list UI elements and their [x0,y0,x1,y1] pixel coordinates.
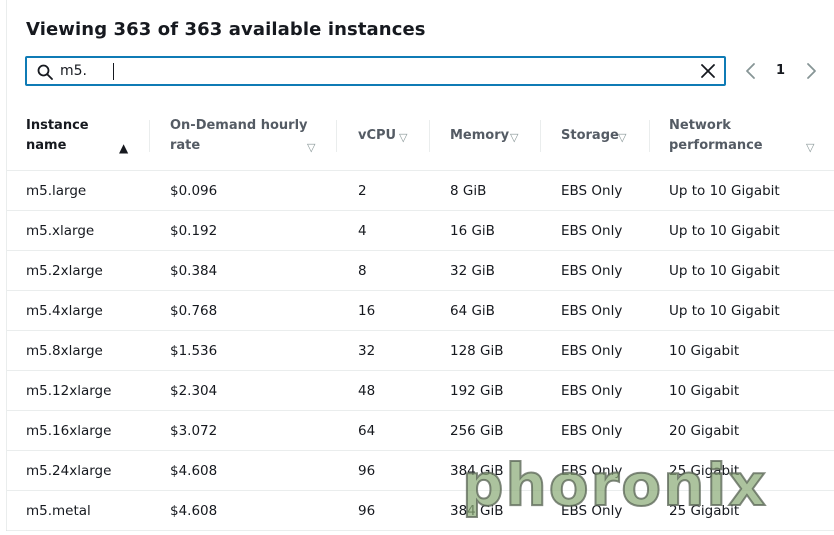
cell-hourly-rate: $4.608 [170,463,218,479]
table-row[interactable]: m5.12xlarge $2.304 48 192 GiB EBS Only 10 Gig… [7,371,834,411]
search-input[interactable] [60,60,660,82]
cell-memory: 128 GiB [450,343,504,359]
column-label: Memory [450,128,510,143]
column-header-memory[interactable]: Memory ▽ [450,102,535,170]
cell-storage: EBS Only [561,383,623,399]
sort-icon: ▽ [806,141,815,154]
table-row[interactable]: m5.2xlarge $0.384 8 32 GiB EBS Only Up to 10 … [7,251,834,291]
sort-icon: ▽ [510,131,519,144]
column-header-instance-name[interactable]: Instance name ▲ [26,102,141,170]
table-row[interactable]: m5.large $0.096 2 8 GiB EBS Only Up to 10 Gig… [7,171,834,211]
watermark-logo: phoronix [461,451,768,519]
column-divider [336,120,337,152]
cell-storage: EBS Only [561,423,623,439]
column-divider [649,120,650,152]
cell-hourly-rate: $0.192 [170,223,218,239]
table-row[interactable]: m5.8xlarge $1.536 32 128 GiB EBS Only 10 Giga… [7,331,834,371]
sort-icon: ▽ [307,141,316,154]
cell-vcpu: 4 [358,223,367,239]
table-header: Instance name ▲ On-Demand hourly rate ▽ … [7,102,834,171]
cell-instance-name: m5.12xlarge [26,383,112,399]
cell-vcpu: 8 [358,263,367,279]
cell-memory: 256 GiB [450,423,504,439]
sort-ascending-icon: ▲ [119,141,129,155]
column-label: name [26,138,67,153]
cell-storage: EBS Only [561,183,623,199]
column-header-network-performance[interactable]: Network performance ▽ [669,102,829,170]
column-divider [149,120,150,152]
chevron-right-icon[interactable] [804,62,818,80]
cell-memory: 32 GiB [450,263,495,279]
page-title: Viewing 363 of 363 available instances [26,19,426,40]
cell-hourly-rate: $0.768 [170,303,218,319]
table-row[interactable]: m5.4xlarge $0.768 16 64 GiB EBS Only Up to 10… [7,291,834,331]
cell-storage: EBS Only [561,343,623,359]
cell-network: 10 Gigabit [669,343,740,359]
column-label: Network [669,118,731,133]
pagination-page-1[interactable]: 1 [776,63,785,78]
cell-instance-name: m5.2xlarge [26,263,103,279]
text-caret [113,63,114,80]
cell-storage: EBS Only [561,263,623,279]
cell-network: Up to 10 Gigabit [669,183,780,199]
cell-hourly-rate: $0.096 [170,183,218,199]
cell-memory: 64 GiB [450,303,495,319]
cell-instance-name: m5.metal [26,503,91,519]
table-row[interactable]: m5.xlarge $0.192 4 16 GiB EBS Only Up to 10 G… [7,211,834,251]
cell-vcpu: 32 [358,343,376,359]
cell-instance-name: m5.xlarge [26,223,95,239]
search-icon [37,64,53,80]
cell-memory: 192 GiB [450,383,504,399]
sort-icon: ▽ [618,131,627,144]
cell-hourly-rate: $2.304 [170,383,218,399]
cell-instance-name: m5.large [26,183,87,199]
cell-network: Up to 10 Gigabit [669,223,780,239]
cell-instance-name: m5.8xlarge [26,343,103,359]
cell-vcpu: 64 [358,423,376,439]
table-row[interactable]: m5.16xlarge $3.072 64 256 GiB EBS Only 20 Gig… [7,411,834,451]
cell-storage: EBS Only [561,303,623,319]
column-header-on-demand-rate[interactable]: On-Demand hourly rate ▽ [170,102,325,170]
column-label: On-Demand hourly [170,118,308,133]
close-icon[interactable] [700,63,716,79]
cell-storage: EBS Only [561,223,623,239]
cell-memory: 8 GiB [450,183,487,199]
chevron-left-icon[interactable] [744,62,758,80]
cell-vcpu: 16 [358,303,376,319]
search-box[interactable] [25,56,726,86]
column-label: Storage [561,128,619,143]
cell-vcpu: 48 [358,383,376,399]
column-divider [540,120,541,152]
column-header-vcpu[interactable]: vCPU ▽ [358,102,423,170]
column-divider [429,120,430,152]
column-label: vCPU [358,128,397,143]
cell-hourly-rate: $0.384 [170,263,218,279]
column-label: rate [170,138,201,153]
cell-vcpu: 96 [358,463,376,479]
cell-vcpu: 2 [358,183,367,199]
cell-network: 10 Gigabit [669,383,740,399]
cell-memory: 16 GiB [450,223,495,239]
sort-icon: ▽ [399,131,408,144]
cell-hourly-rate: $4.608 [170,503,218,519]
column-label: performance [669,138,763,153]
cell-network: Up to 10 Gigabit [669,303,780,319]
cell-instance-name: m5.4xlarge [26,303,103,319]
cell-network: Up to 10 Gigabit [669,263,780,279]
column-label: Instance [26,118,89,133]
column-header-storage[interactable]: Storage ▽ [561,102,646,170]
cell-instance-name: m5.16xlarge [26,423,112,439]
cell-network: 20 Gigabit [669,423,740,439]
cell-hourly-rate: $1.536 [170,343,218,359]
cell-vcpu: 96 [358,503,376,519]
cell-instance-name: m5.24xlarge [26,463,112,479]
cell-hourly-rate: $3.072 [170,423,218,439]
